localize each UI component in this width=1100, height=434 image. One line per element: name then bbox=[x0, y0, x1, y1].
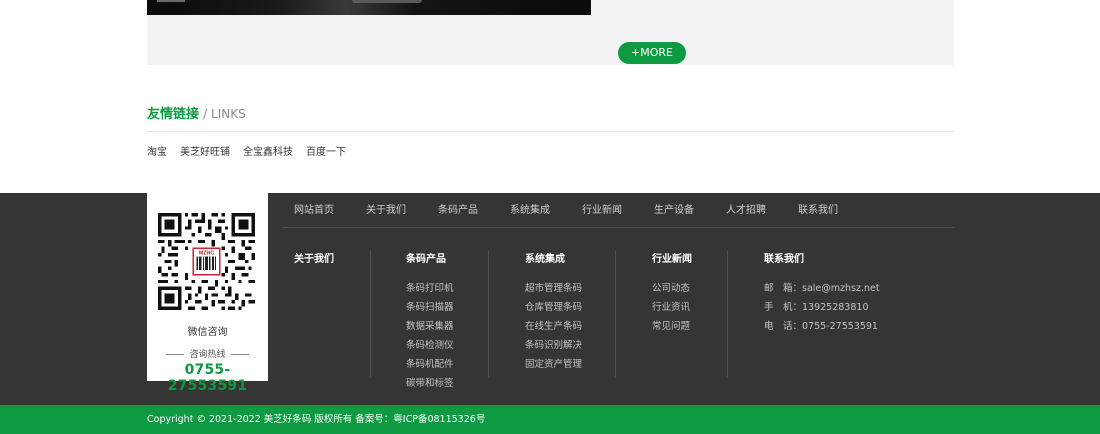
copyright-bar: Copyright © 2021-2022 美芝好条码 版权所有 备案号：粤IC… bbox=[0, 405, 1100, 434]
qr-code-icon: MZHC bbox=[158, 213, 255, 310]
links-title-cn: 友情链接 bbox=[147, 107, 200, 122]
contact-phone: 电 话：0755-27553591 bbox=[764, 321, 878, 332]
footer-link[interactable]: 条码识别解决 bbox=[525, 336, 582, 355]
footer-col-title[interactable]: 联系我们 bbox=[764, 250, 880, 265]
links-title-en: / LINKS bbox=[203, 107, 246, 121]
footer-link[interactable]: 条码机配件 bbox=[406, 355, 454, 374]
column-divider bbox=[488, 250, 489, 377]
links-section-title: 友情链接 / LINKS bbox=[147, 106, 246, 123]
qr-caption: 微信咨询 bbox=[187, 327, 228, 338]
nav-item-equipment[interactable]: 生产设备 bbox=[654, 205, 694, 217]
links-divider bbox=[147, 131, 954, 132]
friend-link[interactable]: 美芝好旺铺 bbox=[180, 147, 230, 159]
nav-item-news[interactable]: 行业新闻 bbox=[582, 205, 622, 217]
nav-item-contact[interactable]: 联系我们 bbox=[798, 205, 838, 217]
footer-link[interactable]: 在线生产条码 bbox=[525, 317, 582, 336]
footer-link[interactable]: 条码扫描器 bbox=[406, 298, 454, 317]
nav-item-jobs[interactable]: 人才招聘 bbox=[726, 205, 766, 217]
footer-link[interactable]: 固定资产管理 bbox=[525, 355, 582, 374]
footer-link[interactable]: 常见问题 bbox=[652, 317, 692, 336]
footer-link[interactable]: 条码检测仪 bbox=[406, 336, 454, 355]
footer-nav: 网站首页 关于我们 条码产品 系统集成 行业新闻 生产设备 人才招聘 联系我们 bbox=[294, 205, 870, 217]
nav-item-systems[interactable]: 系统集成 bbox=[510, 205, 550, 217]
footer-link[interactable]: 公司动态 bbox=[652, 279, 692, 298]
footer-link[interactable]: 数据采集器 bbox=[406, 317, 454, 336]
content-panel bbox=[147, 0, 954, 65]
friend-link[interactable]: 全宝鑫科技 bbox=[243, 147, 293, 159]
footer-col-systems: 系统集成 超市管理条码 仓库管理条码 在线生产条码 条码识别解决 固定资产管理 bbox=[525, 250, 582, 374]
more-button[interactable]: +MORE bbox=[618, 42, 686, 64]
hotline-label: 咨询热线 bbox=[147, 347, 268, 360]
footer-link[interactable]: 行业资讯 bbox=[652, 298, 692, 317]
column-divider bbox=[727, 250, 728, 377]
column-divider bbox=[615, 250, 616, 377]
nav-divider bbox=[282, 227, 954, 228]
footer-col-news: 行业新闻 公司动态 行业资讯 常见问题 bbox=[652, 250, 692, 336]
page: +MORE 友情链接 / LINKS 淘宝 美芝好旺铺 全宝鑫科技 百度一下 网… bbox=[0, 0, 1100, 434]
footer-link[interactable]: 超市管理条码 bbox=[525, 279, 582, 298]
contact-email: 邮 箱：sale@mzhsz.net bbox=[764, 283, 880, 294]
footer-col-about: 关于我们 bbox=[294, 250, 334, 279]
footer-link[interactable]: 仓库管理条码 bbox=[525, 298, 582, 317]
copyright-text: Copyright © 2021-2022 美芝好条码 版权所有 备案号：粤IC… bbox=[147, 414, 486, 425]
banner-image bbox=[147, 0, 591, 15]
column-divider bbox=[370, 250, 371, 377]
hotline-number: 0755-27553591 bbox=[167, 362, 248, 394]
contact-mobile: 手 机：13925283810 bbox=[764, 302, 869, 313]
nav-item-about[interactable]: 关于我们 bbox=[366, 205, 406, 217]
footer-col-title[interactable]: 系统集成 bbox=[525, 250, 582, 265]
friend-link[interactable]: 百度一下 bbox=[306, 147, 346, 159]
footer-link[interactable]: 碳带和标签 bbox=[406, 374, 454, 393]
wechat-qr-card: MZHC 微信咨询 咨询热线 0755-27553591 bbox=[147, 193, 268, 394]
footer-col-contact: 联系我们 邮 箱：sale@mzhsz.net 手 机：13925283810 … bbox=[764, 250, 880, 336]
footer-col-products: 条码产品 条码打印机 条码扫描器 数据采集器 条码检测仪 条码机配件 碳带和标签 bbox=[406, 250, 454, 393]
svg-text:MZHC: MZHC bbox=[199, 250, 215, 256]
footer-col-title[interactable]: 关于我们 bbox=[294, 250, 334, 265]
footer-col-title[interactable]: 条码产品 bbox=[406, 250, 454, 265]
friend-links-list: 淘宝 美芝好旺铺 全宝鑫科技 百度一下 bbox=[147, 147, 346, 159]
nav-item-products[interactable]: 条码产品 bbox=[438, 205, 478, 217]
friend-link[interactable]: 淘宝 bbox=[147, 147, 167, 159]
footer-link[interactable]: 条码打印机 bbox=[406, 279, 454, 298]
nav-item-home[interactable]: 网站首页 bbox=[294, 205, 334, 217]
footer-col-title[interactable]: 行业新闻 bbox=[652, 250, 692, 265]
